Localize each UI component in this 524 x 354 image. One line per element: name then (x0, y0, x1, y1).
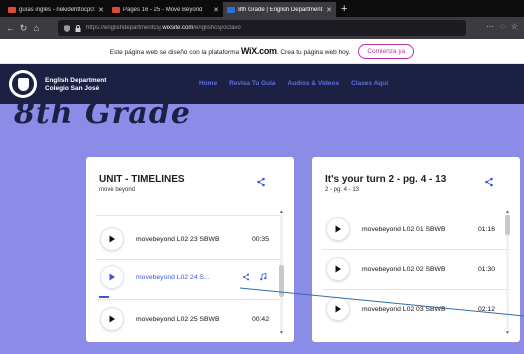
divider (322, 249, 510, 250)
pdf-favicon-icon (8, 6, 16, 13)
reload-icon[interactable]: ↻ (17, 23, 30, 34)
more-options-icon[interactable]: ··· (486, 22, 494, 31)
track-duration: 01:16 (477, 225, 495, 233)
banner-text: Este página web se diseñó con la platafo… (110, 46, 351, 56)
playlist-title: UNIT - TIMELINES (99, 174, 185, 185)
track-name: movebeyond L02 02 SBWB (362, 265, 446, 273)
url-domain: wixsite.com (162, 25, 194, 31)
lock-icon (75, 24, 81, 32)
track-name: movebeyond L02 25 SBWB (136, 315, 220, 323)
home-icon[interactable]: ⌂ (30, 23, 43, 33)
playlist-widget-timelines: UNIT - TIMELINES move beyond movebeyond … (86, 157, 294, 342)
track-actions (242, 273, 267, 281)
pocket-icon[interactable]: ◌ (500, 22, 505, 31)
play-button[interactable] (327, 298, 349, 320)
banner-text-after: . Crea tu página web hoy. (276, 49, 351, 56)
nav-audios-videos[interactable]: Audios & Videos (288, 80, 340, 87)
music-note-icon[interactable] (259, 273, 267, 281)
scroll-down-arrow-icon[interactable]: ▼ (504, 330, 511, 336)
url-path: /englishcsj/octavo (193, 25, 241, 31)
browser-toolbar-right: ··· ◌ ☆ (486, 22, 518, 31)
site-header: English Department Colegio San José Home… (0, 64, 524, 104)
browser-tab-1[interactable]: guías inglés - nekidehttocp0: ✕ (4, 2, 108, 17)
shield-icon (64, 24, 70, 32)
nav-home[interactable]: Home (199, 80, 217, 87)
play-button[interactable] (327, 258, 349, 280)
tab-title: 8th Grade | English Department (238, 6, 323, 13)
track-duration: 00:35 (251, 235, 269, 243)
pdf-favicon-icon (112, 6, 120, 13)
play-button[interactable] (101, 228, 123, 250)
tab-title: guías inglés - nekidehttocp0: (19, 6, 96, 13)
divider (322, 289, 510, 290)
new-tab-icon[interactable]: + (341, 2, 347, 17)
close-tab-icon[interactable]: ✕ (98, 6, 104, 14)
track-name: movebeyond L02 03 SBWB (362, 305, 446, 313)
track-row[interactable]: movebeyond L02 03 SBWB 02:12 (322, 292, 497, 326)
playlist-title: It's your turn 2 - pg. 4 - 13 (325, 174, 447, 185)
playlist-scrollbar[interactable]: ▲ ▼ (278, 209, 284, 336)
share-icon[interactable] (256, 177, 266, 187)
browser-tab-bar: guías inglés - nekidehttocp0: ✕ Pages 16… (0, 0, 524, 17)
scrollbar-thumb[interactable] (279, 265, 284, 297)
address-bar[interactable]: https://englishdepartmentcsj.wixsite.com… (58, 20, 466, 36)
crest-ring (12, 73, 34, 95)
site-favicon-icon (227, 6, 235, 13)
play-icon (109, 235, 115, 243)
track-name: movebeyond L02 23 SBWB (136, 235, 220, 243)
share-icon[interactable] (242, 273, 250, 281)
play-button[interactable] (101, 266, 123, 288)
bookmark-star-icon[interactable]: ☆ (511, 22, 518, 31)
url-text: https://englishdepartmentcsj.wixsite.com… (86, 25, 241, 31)
track-row[interactable]: movebeyond L02 25 SBWB 00:42 (96, 302, 271, 336)
track-name: movebeyond L02 24 S... (136, 273, 210, 281)
track-progress-bar[interactable] (99, 296, 109, 298)
brand-line-1: English Department (45, 77, 107, 84)
divider (96, 215, 284, 216)
play-button[interactable] (327, 218, 349, 240)
banner-text-before: Este página web se diseñó con la platafo… (109, 49, 240, 56)
track-row-active[interactable]: movebeyond L02 24 S... (96, 260, 271, 294)
scrollbar-thumb[interactable] (505, 215, 510, 235)
nav-revisa-tu-guia[interactable]: Revisa Tu Guía (229, 80, 275, 87)
nav-clases-aqui[interactable]: Clases Aquí (351, 80, 388, 87)
tab-title: Pages 16 - 25 - Move Beyond (123, 6, 203, 13)
site-nav: Home Revisa Tu Guía Audios & Videos Clas… (199, 80, 388, 87)
play-icon (335, 305, 341, 313)
browser-nav-bar: ← ↻ ⌂ https://englishdepartmentcsj.wixsi… (0, 17, 524, 39)
start-now-button[interactable]: Comienza ya (358, 43, 415, 59)
back-icon[interactable]: ← (4, 23, 17, 33)
track-row[interactable]: movebeyond L02 23 SBWB 00:35 (96, 222, 271, 256)
track-duration: 01:30 (477, 265, 495, 273)
playlist-scrollbar[interactable]: ▲ ▼ (504, 209, 510, 336)
close-tab-icon[interactable]: ✕ (326, 6, 332, 14)
playlist-subtitle: move beyond (99, 187, 136, 193)
track-row[interactable]: movebeyond L02 01 SBWB 01:16 (322, 212, 497, 246)
school-crest-logo[interactable] (9, 70, 37, 98)
play-icon (335, 225, 341, 233)
play-button[interactable] (101, 308, 123, 330)
browser-tab-3-active[interactable]: 8th Grade | English Department ✕ (223, 2, 336, 17)
track-row[interactable]: movebeyond L02 02 SBWB 01:30 (322, 252, 497, 286)
playlist-widget-its-your-turn: It's your turn 2 - pg. 4 - 13 2 - pg. 4 … (312, 157, 520, 342)
url-prefix: https://englishdepartmentcsj. (86, 25, 163, 31)
play-icon (335, 265, 341, 273)
site-brand[interactable]: English Department Colegio San José (45, 77, 106, 93)
wix-banner: Este página web se diseñó con la platafo… (0, 39, 524, 64)
browser-tab-2[interactable]: Pages 16 - 25 - Move Beyond ✕ (108, 2, 223, 17)
close-tab-icon[interactable]: ✕ (213, 6, 219, 14)
scroll-down-arrow-icon[interactable]: ▼ (278, 330, 285, 336)
play-icon (109, 315, 115, 323)
wix-logo[interactable]: WiX.com (241, 46, 277, 56)
brand-line-2: Colegio San José (45, 85, 100, 92)
share-icon[interactable] (484, 177, 494, 187)
crest-shield-icon (17, 77, 29, 91)
track-name: movebeyond L02 01 SBWB (362, 225, 446, 233)
track-duration: 02:12 (477, 305, 495, 313)
track-duration: 00:42 (251, 315, 269, 323)
divider (96, 299, 284, 300)
playlist-subtitle: 2 - pg. 4 - 13 (325, 187, 360, 193)
play-icon (109, 273, 115, 281)
